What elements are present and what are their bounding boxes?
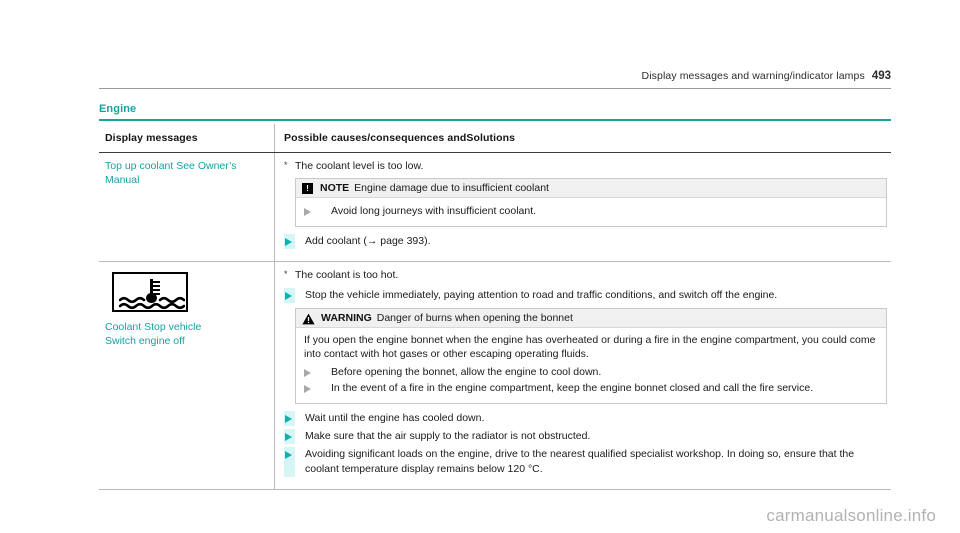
warning-bullet-text: In the event of a fire in the engine com… [331, 382, 814, 394]
gray-triangle-bullet-icon [304, 385, 322, 393]
teal-triangle-bullet-icon [285, 414, 292, 423]
warning-bullet-text: Before opening the bonnet, allow the eng… [331, 365, 602, 378]
gray-triangle-bullet-icon [304, 208, 322, 216]
solution-highlight-band [284, 233, 295, 249]
solution-text: Stop the vehicle immediately, paying att… [305, 288, 778, 301]
display-message-text: Coolant Stop vehicle Switch engine off [105, 320, 264, 348]
teal-triangle-bullet-icon [285, 291, 292, 300]
warning-triangle-icon [302, 312, 315, 324]
exclamation-square-icon: ! [302, 182, 313, 194]
solution-highlight-band [284, 287, 295, 303]
watermark: carmanualsonline.info [766, 506, 936, 525]
cause-line: * The coolant is too hot. [284, 268, 887, 283]
note-bullet-text: Avoid long journeys with insufficient co… [331, 205, 537, 217]
note-box: ! NOTE Engine damage due to insufficient… [295, 178, 887, 227]
note-title: Engine damage due to insufficient coolan… [354, 182, 549, 194]
warning-label: WARNING [321, 311, 372, 324]
column-header-label-causes: Possible causes/consequences and [284, 132, 467, 144]
thermometer-tick [153, 284, 160, 287]
solution-highlight-band [284, 410, 295, 426]
note-bullet: Avoid long journeys with insufficient co… [304, 204, 878, 219]
note-box-header: ! NOTE Engine damage due to insufficient… [296, 179, 886, 198]
warning-box-body: If you open the engine bonnet when the e… [296, 328, 886, 403]
solution-text: Make sure that the air supply to the rad… [305, 429, 591, 442]
solution-item: Add coolant (→ page 393). [284, 233, 887, 250]
warning-bullet: Before opening the bonnet, allow the eng… [304, 365, 878, 380]
warning-box-header: WARNING Danger of burns when opening the… [296, 308, 886, 328]
row-message-cell: Coolant Stop vehicle Switch engine off [99, 261, 275, 489]
column-header-label: Display messages [105, 132, 198, 144]
note-box-body: Avoid long journeys with insufficient co… [296, 198, 886, 226]
note-label: NOTE [320, 182, 350, 194]
table-header-cell-causes-solutions: Possible causes/consequences andSolution… [275, 124, 891, 152]
page-running-header: Display messages and warning/indicator l… [99, 70, 891, 82]
teal-triangle-bullet-icon [285, 237, 292, 246]
row-content-cell: * The coolant is too hot. Stop the vehic… [275, 262, 891, 489]
teal-triangle-bullet-icon [285, 432, 292, 441]
display-message-text: Top up coolant See Owner’s Manual [105, 160, 237, 186]
display-message-line-2: Switch engine off [105, 334, 185, 347]
thermometer-tick [153, 280, 160, 283]
section-divider [99, 119, 891, 121]
warning-lamp-icon-wrap [112, 271, 264, 312]
solution-item: Stop the vehicle immediately, paying att… [284, 287, 887, 304]
solution-item: Wait until the engine has cooled down. [284, 410, 887, 427]
cause-line: * The coolant level is too low. [284, 159, 887, 174]
table-row: Coolant Stop vehicle Switch engine off *… [99, 261, 891, 490]
display-message-line-1: Coolant Stop vehicle [105, 320, 202, 333]
row-content-cell: * The coolant level is too low. ! NOTE E… [275, 153, 891, 261]
warning-bullet: In the event of a fire in the engine com… [304, 381, 878, 396]
display-messages-table: Display messages Possible causes/consequ… [99, 124, 891, 490]
page-number: 493 [871, 70, 891, 82]
solution-highlight-band [284, 428, 295, 444]
table-header-cell-display-messages: Display messages [99, 124, 275, 152]
table-header-row: Display messages Possible causes/consequ… [99, 124, 891, 153]
header-divider [99, 88, 891, 89]
solution-highlight-band [284, 446, 295, 477]
warning-title: Danger of burns when opening the bonnet [376, 311, 573, 324]
cause-text: The coolant is too hot. [295, 268, 399, 281]
row-message-cell: Top up coolant See Owner’s Manual [99, 153, 275, 261]
asterisk-bullet-icon: * [284, 160, 288, 170]
column-header-label-solutions: Solutions [466, 132, 516, 144]
water-wave-icon [119, 296, 185, 309]
table-row: Top up coolant See Owner’s Manual * The … [99, 153, 891, 262]
asterisk-bullet-icon: * [284, 268, 288, 279]
teal-triangle-bullet-icon [285, 450, 292, 459]
solution-text: Avoiding significant loads on the engine… [305, 447, 855, 475]
solution-text: Add coolant (→ page 393). [305, 234, 431, 247]
warning-paragraph: If you open the engine bonnet when the e… [304, 333, 876, 361]
warning-box: WARNING Danger of burns when opening the… [295, 307, 887, 404]
solution-item: Make sure that the air supply to the rad… [284, 428, 887, 445]
cause-text: The coolant level is too low. [295, 160, 424, 172]
coolant-temperature-warning-icon [112, 271, 188, 312]
gray-triangle-bullet-icon [304, 368, 322, 377]
running-header-title: Display messages and warning/indicator l… [641, 70, 865, 82]
section-title: Engine [99, 103, 137, 115]
thermometer-tick [153, 288, 160, 291]
solution-text: Wait until the engine has cooled down. [305, 411, 485, 424]
solution-item: Avoiding significant loads on the engine… [284, 446, 887, 478]
